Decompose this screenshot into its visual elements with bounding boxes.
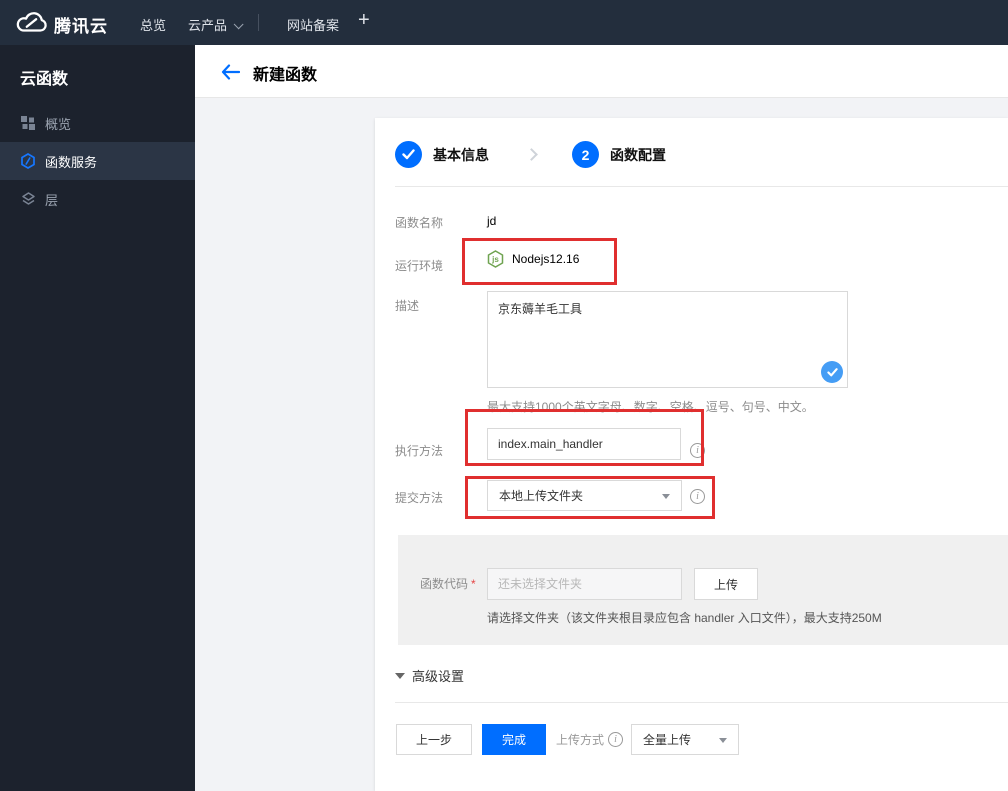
- back-arrow-icon: [221, 64, 240, 80]
- back-button[interactable]: [217, 59, 243, 85]
- sidebar: 云函数 概览 函数服务 层: [0, 45, 195, 791]
- check-icon: [826, 367, 838, 376]
- step-chevron-icon: [525, 148, 538, 161]
- folder-path-input[interactable]: [487, 568, 682, 600]
- caret-down-icon: [719, 737, 727, 743]
- chevron-down-icon: [233, 19, 244, 30]
- sidebar-title: 云函数: [20, 71, 69, 88]
- description-textarea[interactable]: 京东薅羊毛工具: [487, 291, 848, 388]
- function-code-hint: 请选择文件夹（该文件夹根目录应包含 handler 入口文件），最大支持250M: [487, 611, 882, 625]
- new-function-card: 基本信息 2 函数配置 函数名称 jd 运行环境 js Nodejs12.16 …: [375, 118, 1008, 791]
- advanced-settings-toggle[interactable]: 高级设置: [395, 666, 464, 685]
- submit-method-select[interactable]: 本地上传文件夹: [487, 480, 682, 511]
- runtime-value: js Nodejs12.16: [487, 250, 579, 268]
- sidebar-item-label: 层: [45, 192, 59, 208]
- handler-label: 执行方法: [395, 444, 444, 458]
- sidebar-item-layers[interactable]: 层: [0, 180, 195, 218]
- runtime-name: Nodejs12.16: [512, 252, 580, 266]
- description-hint: 最大支持1000个英文字母、数字、空格、逗号、句号、中文。: [487, 400, 814, 414]
- description-label: 描述: [395, 299, 420, 313]
- app-window: 腾讯云 总览 云产品 网站备案 + 云函数 概览 函数服务 层 新建函数 基本信…: [0, 0, 1008, 791]
- handler-input[interactable]: [487, 428, 681, 460]
- content-header: 新建函数: [195, 45, 1008, 98]
- sidebar-item-label: 函数服务: [45, 154, 98, 170]
- upload-mode-selected-value: 全量上传: [643, 733, 692, 747]
- function-name-label: 函数名称: [395, 216, 444, 230]
- upload-mode: 上传方式 i: [556, 724, 624, 755]
- caret-down-icon: [662, 493, 670, 499]
- valid-check-bubble: [821, 361, 843, 383]
- function-name-value: jd: [487, 214, 497, 228]
- step1-done-circle: [395, 141, 422, 168]
- sidebar-item-label: 概览: [45, 116, 72, 132]
- svg-text:js: js: [491, 255, 499, 264]
- function-code-section: 函数代码* 上传 请选择文件夹（该文件夹根目录应包含 handler 入口文件）…: [398, 535, 1008, 645]
- step2-label: 函数配置: [610, 146, 666, 163]
- nav-item-cloud-products[interactable]: 云产品: [188, 15, 244, 34]
- required-asterisk: *: [471, 577, 476, 591]
- upload-mode-label: 上传方式: [556, 733, 605, 747]
- handler-info-icon[interactable]: i: [690, 443, 705, 458]
- function-hexagon-icon: [20, 153, 36, 169]
- nav-item-icp-filing[interactable]: 网站备案: [287, 15, 339, 34]
- top-navbar: 腾讯云 总览 云产品 网站备案 +: [0, 0, 1008, 45]
- nodejs-icon: js: [487, 250, 504, 268]
- submit-method-info-icon[interactable]: i: [690, 489, 705, 504]
- check-icon: [402, 149, 415, 160]
- divider: [395, 186, 1008, 187]
- previous-step-button[interactable]: 上一步: [396, 724, 472, 755]
- page-title: 新建函数: [253, 67, 318, 84]
- upload-button[interactable]: 上传: [694, 568, 758, 600]
- sidebar-item-function-service[interactable]: 函数服务: [0, 142, 195, 180]
- function-code-label: 函数代码 *: [420, 577, 476, 591]
- divider: [395, 702, 1008, 703]
- triangle-down-icon: [395, 672, 405, 679]
- grid-icon: [20, 115, 36, 131]
- add-tab-button[interactable]: +: [358, 9, 370, 32]
- upload-mode-select[interactable]: 全量上传: [631, 724, 739, 755]
- advanced-settings-label: 高级设置: [412, 669, 465, 684]
- submit-method-label: 提交方法: [395, 491, 444, 505]
- upload-mode-info-icon[interactable]: i: [608, 732, 624, 747]
- layers-icon: [20, 191, 36, 207]
- step1-label: 基本信息: [433, 146, 489, 163]
- step-indicator: 基本信息 2 函数配置: [395, 141, 666, 168]
- nav-item-overview[interactable]: 总览: [140, 15, 166, 34]
- step2-number-circle: 2: [572, 141, 599, 168]
- tencent-cloud-logo-icon: [16, 12, 47, 32]
- finish-button[interactable]: 完成: [482, 724, 546, 755]
- brand-name[interactable]: 腾讯云: [54, 12, 108, 37]
- runtime-label: 运行环境: [395, 259, 444, 273]
- nav-divider: [258, 14, 259, 31]
- submit-method-selected-value: 本地上传文件夹: [499, 489, 584, 503]
- sidebar-item-overview[interactable]: 概览: [0, 104, 195, 142]
